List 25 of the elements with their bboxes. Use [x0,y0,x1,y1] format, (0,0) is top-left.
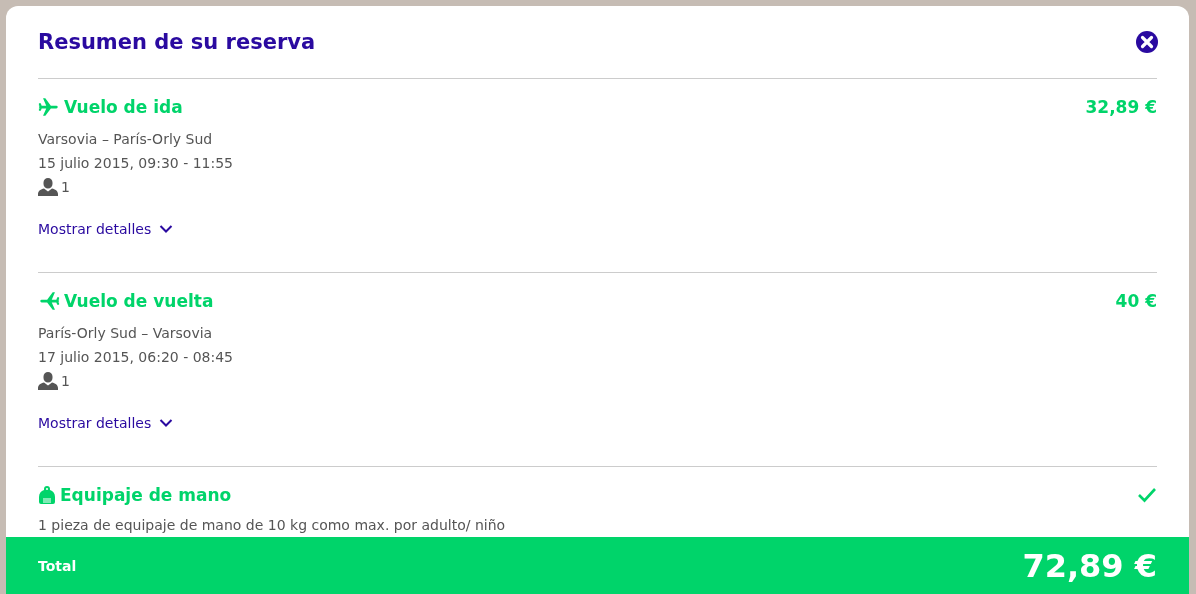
total-label: Total [38,557,77,574]
date-time-text: 17 julio 2015, 06:20 - 08:45 [38,348,234,367]
close-icon[interactable] [1135,30,1159,54]
passenger-count: 1 [61,372,70,391]
route-text: Varsovia – París-Orly Sud [38,130,214,149]
total-amount: 72,89 € [1022,546,1157,585]
passenger-count: 1 [61,178,70,197]
section-title: Vuelo de ida [64,97,183,117]
show-details-link[interactable]: Mostrar detalles [38,415,174,431]
chevron-down-icon [159,418,174,428]
person-icon [38,372,58,390]
date-time-text: 15 julio 2015, 09:30 - 11:55 [38,154,234,173]
flight-price: 40 € [1115,291,1157,311]
flight-price: 32,89 € [1085,97,1157,117]
chevron-down-icon [159,224,174,234]
route-text: París-Orly Sud – Varsovia [38,324,214,343]
person-icon [38,178,58,196]
airplane-icon [38,96,60,118]
show-details-link[interactable]: Mostrar detalles [38,221,174,237]
section-title: Vuelo de vuelta [64,291,214,311]
section-title: Equipaje de mano [60,485,232,505]
backpack-icon [38,486,56,504]
airplane-icon [38,290,60,312]
dialog-title: Resumen de su reserva [38,30,316,54]
luggage-description: 1 pieza de equipaje de mano de 10 kg como max. por adulto/ niño [38,516,507,535]
